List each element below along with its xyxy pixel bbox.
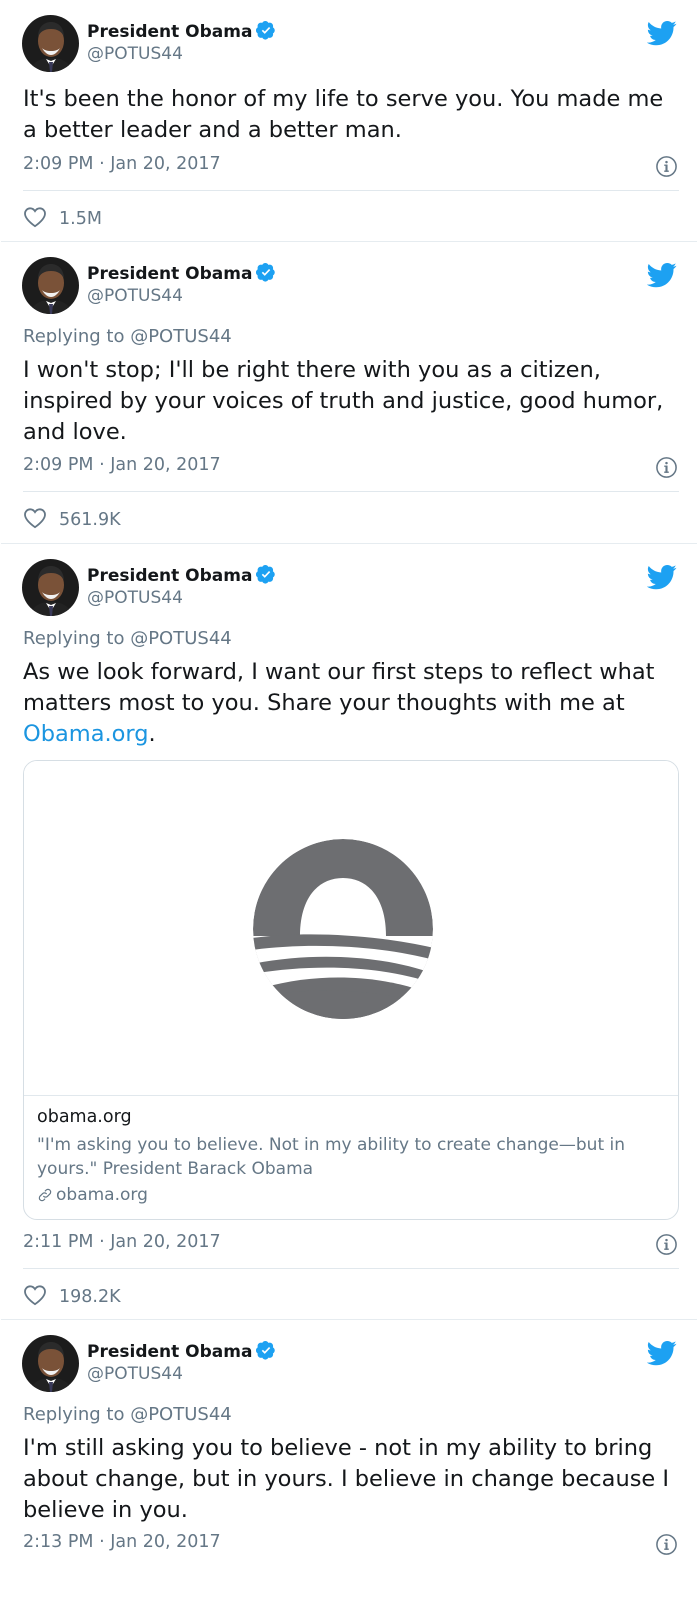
like-count: 1.5M (59, 209, 102, 229)
card-domain-text: obama.org (56, 1185, 148, 1205)
card-domain[interactable]: obama.org (37, 1185, 148, 1205)
heart-icon (23, 205, 47, 229)
twitter-bird-icon[interactable] (647, 260, 677, 290)
info-icon[interactable] (655, 456, 678, 479)
author-name[interactable]: President Obama (87, 262, 276, 284)
tweet[interactable]: President Obama @POTUS44 Replying to @PO… (1, 1320, 697, 1611)
author-handle[interactable]: @POTUS44 (87, 286, 183, 306)
avatar[interactable] (22, 1335, 79, 1392)
link-card[interactable]: obama.org "I'm asking you to believe. No… (23, 760, 679, 1220)
tweet[interactable]: President Obama @POTUS44 It's been the h… (1, 0, 697, 242)
twitter-bird-icon[interactable] (647, 18, 677, 48)
author-name-text: President Obama (87, 264, 253, 284)
replying-to-label[interactable]: Replying to @POTUS44 (23, 1404, 232, 1425)
tweet-link[interactable]: Obama.org (23, 721, 149, 747)
avatar[interactable] (22, 257, 79, 314)
author-handle[interactable]: @POTUS44 (87, 1364, 183, 1384)
card-image[interactable] (24, 761, 678, 1096)
author-name-text: President Obama (87, 22, 253, 42)
author-handle[interactable]: @POTUS44 (87, 588, 183, 608)
verified-badge-icon (256, 564, 276, 584)
tweet-text: It's been the honor of my life to serve … (23, 86, 664, 143)
tweet[interactable]: President Obama @POTUS44 Replying to @PO… (1, 242, 697, 544)
info-icon[interactable] (655, 1233, 678, 1256)
divider (23, 1268, 679, 1269)
card-title[interactable]: obama.org (37, 1107, 132, 1127)
tweet-timestamp[interactable]: 2:13 PM · Jan 20, 2017 (23, 1532, 221, 1552)
tweet-text-part: As we look forward, I want our first ste… (23, 659, 655, 716)
heart-icon (23, 506, 47, 530)
link-icon (37, 1187, 53, 1203)
like-button[interactable]: 561.9K (23, 506, 121, 530)
tweet-text: I'm still asking you to believe - not in… (23, 1435, 670, 1523)
tweet-timestamp[interactable]: 2:09 PM · Jan 20, 2017 (23, 455, 221, 475)
tweet[interactable]: President Obama @POTUS44 Replying to @PO… (1, 544, 697, 1320)
like-button[interactable]: 1.5M (23, 205, 102, 229)
author-name[interactable]: President Obama (87, 20, 276, 42)
like-count: 561.9K (59, 510, 121, 530)
card-description: "I'm asking you to believe. Not in my ab… (37, 1135, 626, 1179)
obama-logo (253, 839, 433, 1019)
heart-icon (23, 1283, 47, 1307)
twitter-bird-icon[interactable] (647, 562, 677, 592)
info-icon[interactable] (655, 155, 678, 178)
author-handle[interactable]: @POTUS44 (87, 44, 183, 64)
verified-badge-icon (256, 20, 276, 40)
avatar[interactable] (22, 15, 79, 72)
divider (23, 190, 679, 191)
twitter-bird-icon[interactable] (647, 1338, 677, 1368)
author-name-text: President Obama (87, 566, 253, 586)
tweet-text: I won't stop; I'll be right there with y… (23, 357, 664, 445)
verified-badge-icon (256, 262, 276, 282)
author-name[interactable]: President Obama (87, 564, 276, 586)
tweet-timestamp[interactable]: 2:09 PM · Jan 20, 2017 (23, 154, 221, 174)
author-name[interactable]: President Obama (87, 1340, 276, 1362)
like-count: 198.2K (59, 1287, 121, 1307)
tweet-text-part: . (148, 721, 156, 747)
author-name-text: President Obama (87, 1342, 253, 1362)
divider (23, 491, 679, 492)
tweet-text: As we look forward, I want our first ste… (23, 657, 673, 750)
replying-to-label[interactable]: Replying to @POTUS44 (23, 628, 232, 649)
like-button[interactable]: 198.2K (23, 1283, 121, 1307)
tweet-timestamp[interactable]: 2:11 PM · Jan 20, 2017 (23, 1232, 221, 1252)
info-icon[interactable] (655, 1533, 678, 1556)
avatar[interactable] (22, 559, 79, 616)
verified-badge-icon (256, 1340, 276, 1360)
replying-to-label[interactable]: Replying to @POTUS44 (23, 326, 232, 347)
